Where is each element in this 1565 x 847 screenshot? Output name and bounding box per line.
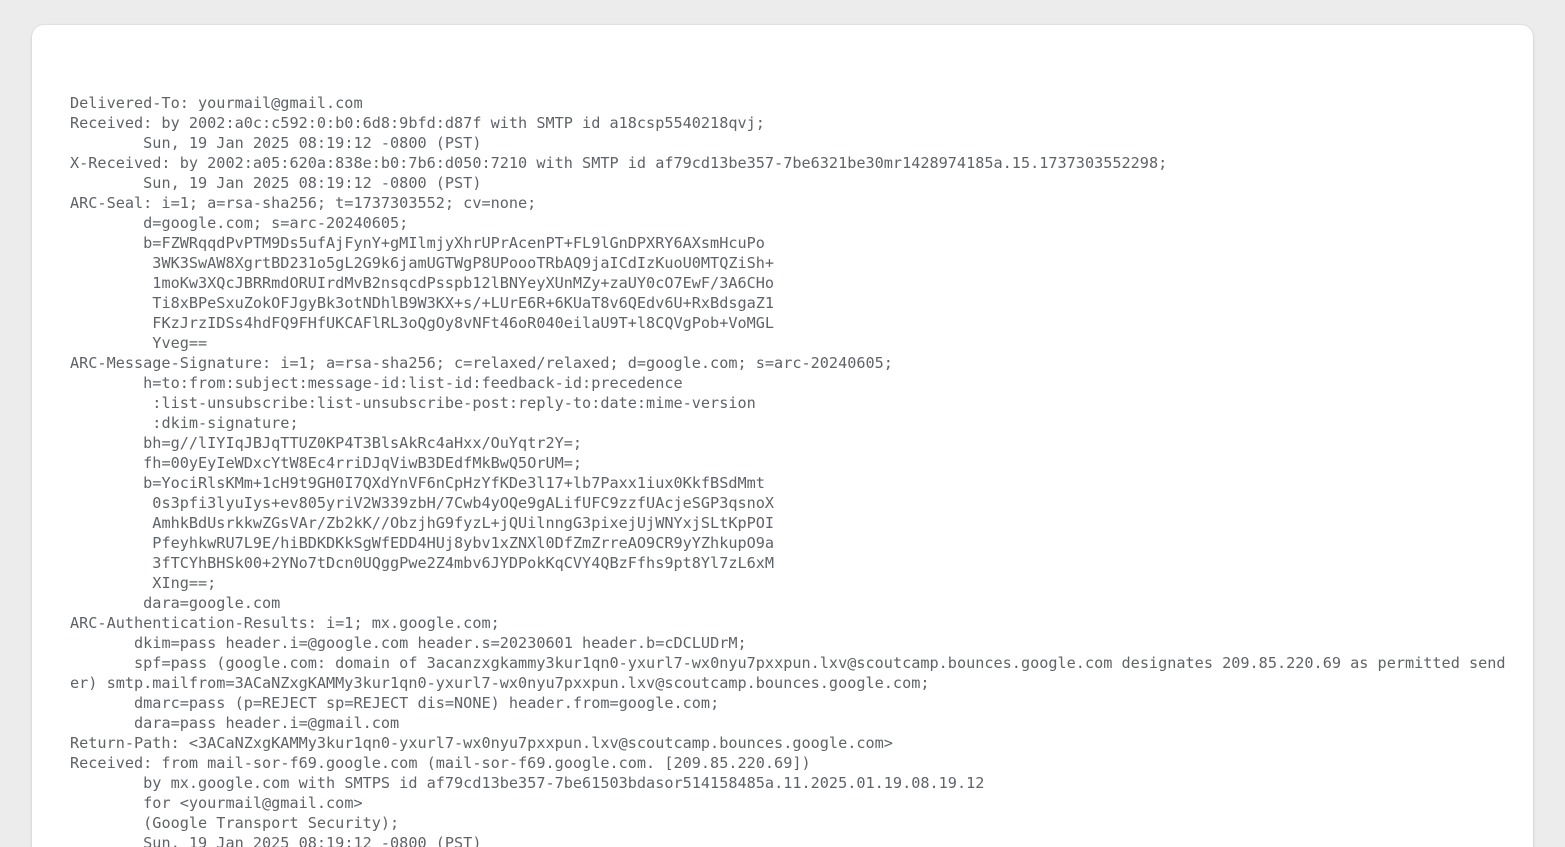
header-line: for <yourmail@gmail.com> — [70, 794, 363, 813]
header-line: Received: by 2002:a0c:c592:0:b0:6d8:9bfd… — [70, 114, 765, 133]
header-line: X-Received: by 2002:a05:620a:838e:b0:7b6… — [70, 154, 1168, 173]
header-line: dara=google.com — [70, 594, 281, 613]
header-line: dkim=pass header.i=@google.com header.s=… — [70, 634, 747, 653]
header-line: fh=00yEyIeWDxcYtW8Ec4rriDJqViwB3DEdfMkBw… — [70, 454, 583, 473]
header-line: Received: from mail-sor-f69.google.com (… — [70, 754, 811, 773]
header-line: spf=pass (google.com: domain of 3acanzxg… — [70, 654, 1506, 693]
header-line: Yveg== — [70, 334, 208, 353]
header-line: Sun, 19 Jan 2025 08:19:12 -0800 (PST) — [70, 834, 482, 847]
header-line: 3WK3SwAW8XgrtBD231o5gL2G9k6jamUGTWgP8UPo… — [70, 254, 775, 273]
header-line: Delivered-To: yourmail@gmail.com — [70, 94, 363, 113]
header-line: bh=g//lIYIqJBJqTTUZ0KP4T3BlsAkRc4aHxx/Ou… — [70, 434, 583, 453]
header-line: by mx.google.com with SMTPS id af79cd13b… — [70, 774, 985, 793]
raw-email-headers[interactable]: Delivered-To: yourmail@gmail.com Received… — [70, 93, 1510, 847]
header-line: 1moKw3XQcJBRRmdORUIrdMvB2nsqcdPsspb12lBN… — [70, 274, 775, 293]
header-line: dara=pass header.i=@gmail.com — [70, 714, 400, 733]
header-line: b=YociRlsKMm+1cH9t9GH0I7QXdYnVF6nCpHzYfK… — [70, 474, 765, 493]
header-line: Return-Path: <3ACaNZxgKAMMy3kur1qn0-yxur… — [70, 734, 893, 753]
header-line: XIng==; — [70, 574, 217, 593]
header-line: FKzJrzIDSs4hdFQ9FHfUKCAFlRL3oQgOy8vNFt46… — [70, 314, 775, 333]
header-line: Ti8xBPeSxuZokOFJgyBk3otNDhlB9W3KX+s/+LUr… — [70, 294, 775, 313]
header-line: ARC-Authentication-Results: i=1; mx.goog… — [70, 614, 500, 633]
header-line: Sun, 19 Jan 2025 08:19:12 -0800 (PST) — [70, 134, 482, 153]
header-line: 3fTCYhBHSk00+2YNo7tDcn0UQggPwe2Z4mbv6JYD… — [70, 554, 775, 573]
header-line: (Google Transport Security); — [70, 814, 400, 833]
header-line: dmarc=pass (p=REJECT sp=REJECT dis=NONE)… — [70, 694, 720, 713]
header-card: Delivered-To: yourmail@gmail.com Received… — [32, 25, 1533, 847]
header-line: PfeyhkwRU7L9E/hiBDKDKkSgWfEDD4HUj8ybv1xZ… — [70, 534, 775, 553]
header-line: ARC-Seal: i=1; a=rsa-sha256; t=173730355… — [70, 194, 537, 213]
header-line: :dkim-signature; — [70, 414, 299, 433]
header-line: b=FZWRqqdPvPTM9Ds5ufAjFynY+gMIlmjyXhrUPr… — [70, 234, 765, 253]
header-line: 0s3pfi3lyuIys+ev805yriV2W339zbH/7Cwb4yOQ… — [70, 494, 775, 513]
header-line: h=to:from:subject:message-id:list-id:fee… — [70, 374, 683, 393]
header-line: ARC-Message-Signature: i=1; a=rsa-sha256… — [70, 354, 893, 373]
header-line: Sun, 19 Jan 2025 08:19:12 -0800 (PST) — [70, 174, 482, 193]
header-line: :list-unsubscribe:list-unsubscribe-post:… — [70, 394, 756, 413]
email-header-viewer: Delivered-To: yourmail@gmail.com Received… — [0, 0, 1565, 847]
header-line: d=google.com; s=arc-20240605; — [70, 214, 409, 233]
header-line: AmhkBdUsrkkwZGsVAr/Zb2kK//ObzjhG9fyzL+jQ… — [70, 514, 775, 533]
